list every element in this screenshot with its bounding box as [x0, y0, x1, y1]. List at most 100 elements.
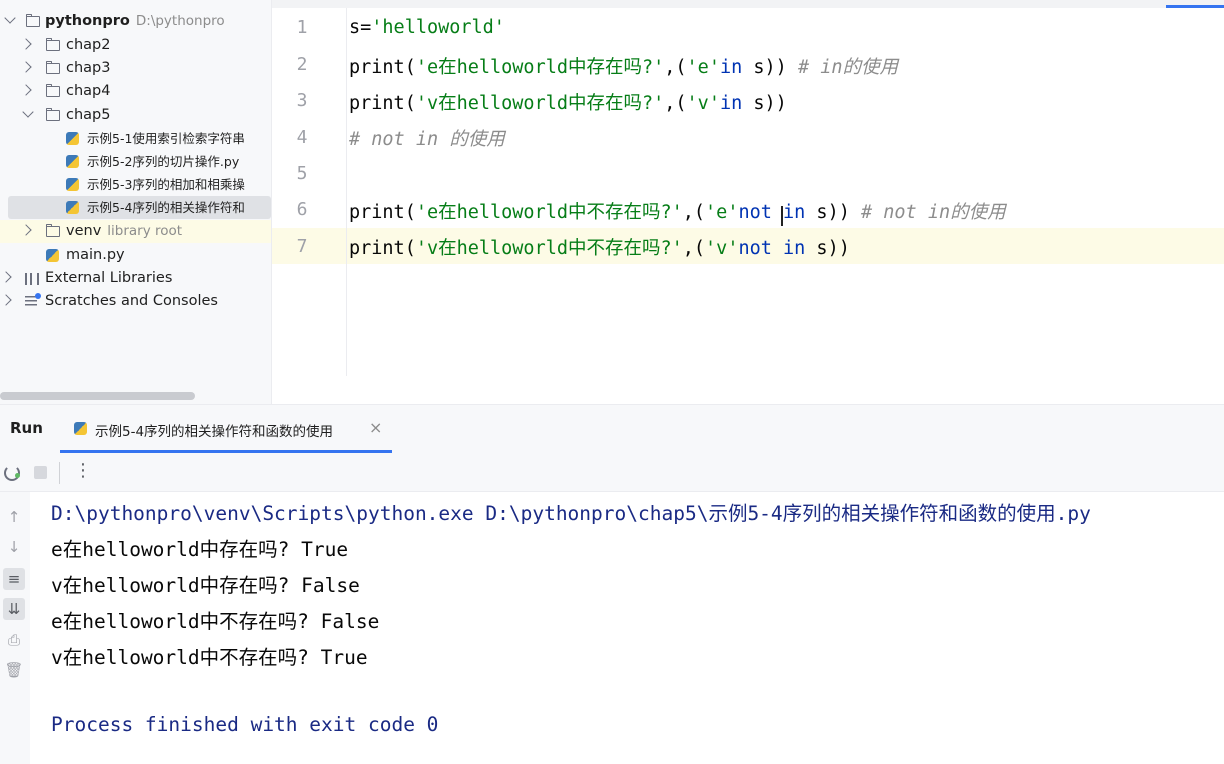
line-number: 7 [296, 236, 308, 257]
active-tab-indicator [1166, 5, 1224, 8]
run-title: Run [10, 419, 43, 437]
keyword: in [719, 57, 743, 78]
code-token: s)) [742, 57, 798, 78]
code-line-1[interactable]: s='helloworld' [349, 17, 505, 38]
code-line-6[interactable]: print('e在helloworld中不存在吗?',('e'not in s)… [349, 198, 1006, 224]
run-tab-label: 示例5-4序列的相关操作符和函数的使用 [95, 424, 334, 440]
comment: # in的使用 [797, 57, 899, 78]
code-token: ,( [682, 238, 706, 259]
console-command-line: D:\pythonpro\venv\Scripts\python.exe D:\… [51, 502, 1091, 525]
library-icon [25, 273, 39, 285]
tree-file-example-5-2[interactable]: 示例5-2序列的切片操作.py [0, 150, 271, 173]
tree-file-label: 示例5-4序列的相关操作符和 [87, 200, 245, 215]
editor-bottom-area [272, 376, 1224, 404]
tree-item-label: Scratches and Consoles [45, 293, 218, 309]
python-file-icon [66, 201, 79, 214]
code-line-7[interactable]: print('v在helloworld中不存在吗?',('v'not in s)… [349, 234, 850, 260]
tree-item-chap5[interactable]: chap5 [0, 104, 271, 127]
tree-item-label: chap2 [66, 37, 111, 53]
tree-item-label: chap5 [66, 107, 111, 123]
console-output-line: v在helloworld中不存在吗? True [51, 646, 368, 669]
line-number: 4 [296, 127, 308, 148]
rerun-icon[interactable] [4, 465, 20, 481]
trash-icon[interactable]: 🗑 [3, 659, 25, 681]
line-number: 5 [296, 163, 308, 184]
folder-icon [45, 61, 60, 74]
string-literal: 'e在helloworld中存在吗?' [415, 57, 665, 78]
console-output-line: v在helloworld中存在吗? False [51, 574, 360, 597]
folder-icon [25, 14, 40, 27]
scroll-down-icon[interactable]: ↓ [3, 536, 25, 558]
python-file-icon [74, 422, 87, 435]
tree-item-chap3[interactable]: chap3 [0, 57, 271, 80]
run-config-tab[interactable]: 示例5-4序列的相关操作符和函数的使用 × [60, 405, 392, 453]
chevron-right-icon[interactable] [20, 84, 32, 96]
keyword: not in [738, 238, 806, 259]
line-number-gutter: 1 2 3 4 5 6 7 [272, 8, 347, 376]
soft-wrap-icon[interactable]: ≡ [3, 568, 25, 590]
chevron-right-icon[interactable] [20, 224, 32, 236]
run-tool-window: Run 示例5-4序列的相关操作符和函数的使用 × ⋮ ↑ ↓ ≡ ⇊ ⎙ 🗑 … [0, 404, 1224, 764]
string-literal: 'v' [686, 93, 720, 114]
comment: # not in 的使用 [349, 129, 505, 150]
more-options-icon[interactable]: ⋮ [74, 460, 92, 481]
tree-file-example-5-1[interactable]: 示例5-1使用索引检索字符串 [0, 127, 271, 150]
tree-item-label: External Libraries [45, 270, 173, 286]
code-token: print( [349, 202, 416, 223]
tree-file-main-py[interactable]: main.py [0, 244, 271, 267]
string-literal: 'e在helloworld中不存在吗?' [415, 202, 683, 223]
code-editor[interactable]: 1 2 3 4 5 6 7 s='helloworld' print('e在he… [272, 0, 1224, 404]
chevron-right-icon[interactable] [0, 271, 12, 283]
code-token: ,( [682, 202, 706, 223]
chevron-right-icon[interactable] [0, 294, 12, 306]
string-literal: 'helloworld' [371, 17, 505, 38]
code-token: s)) [742, 93, 787, 114]
python-file-icon [66, 155, 79, 168]
tree-file-label: 示例5-1使用索引检索字符串 [87, 131, 245, 146]
tree-item-external-libraries[interactable]: External Libraries [0, 267, 271, 290]
code-line-4[interactable]: # not in 的使用 [349, 125, 505, 151]
comment: # not in的使用 [861, 202, 1006, 223]
string-literal: 'v在helloworld中不存在吗?' [415, 238, 683, 259]
tree-item-chap2[interactable]: chap2 [0, 34, 271, 57]
stop-icon[interactable] [34, 466, 47, 479]
tree-file-example-5-3[interactable]: 示例5-3序列的相加和相乘操 [0, 173, 271, 196]
root-name: pythonpro [45, 13, 130, 29]
chevron-down-icon[interactable] [22, 106, 34, 118]
folder-icon [45, 38, 60, 51]
tree-root-pythonpro[interactable]: pythonpro D:\pythonpro [0, 10, 271, 33]
line-number: 6 [296, 199, 308, 220]
tree-file-example-5-4[interactable]: 示例5-4序列的相关操作符和 [8, 196, 271, 219]
tree-item-label: chap4 [66, 83, 111, 99]
horizontal-scrollbar[interactable] [0, 392, 195, 400]
code-token: s)) [805, 202, 861, 223]
tree-item-chap4[interactable]: chap4 [0, 80, 271, 103]
code-line-2[interactable]: print('e在helloworld中存在吗?',('e'in s)) # i… [349, 53, 898, 79]
run-header: Run 示例5-4序列的相关操作符和函数的使用 × [0, 405, 1224, 453]
library-root-hint: library root [107, 223, 183, 239]
chevron-down-icon[interactable] [4, 12, 16, 24]
print-icon[interactable]: ⎙ [3, 629, 25, 651]
line-number: 3 [296, 90, 308, 111]
tree-item-label: venv [66, 223, 102, 239]
code-line-3[interactable]: print('v在helloworld中存在吗?',('v'in s)) [349, 89, 787, 115]
scroll-to-end-icon[interactable]: ⇊ [3, 598, 25, 620]
console-output-line: e在helloworld中存在吗? True [51, 538, 349, 561]
chevron-right-icon[interactable] [20, 38, 32, 50]
chevron-right-icon[interactable] [20, 61, 32, 73]
string-literal: 'e' [686, 57, 720, 78]
process-finished-message: Process finished with exit code 0 [51, 713, 439, 736]
tree-file-label: 示例5-2序列的切片操作.py [87, 154, 240, 169]
keyword: not in [738, 202, 806, 223]
tree-item-venv[interactable]: venv library root [0, 220, 271, 243]
close-icon[interactable]: × [369, 418, 382, 437]
tree-item-scratches[interactable]: Scratches and Consoles [0, 290, 271, 313]
console-output-line: e在helloworld中不存在吗? False [51, 610, 380, 633]
scroll-up-icon[interactable]: ↑ [3, 506, 25, 528]
code-token: s= [349, 17, 372, 38]
string-literal: 'v' [705, 238, 739, 259]
code-token: print( [349, 93, 416, 114]
code-token: print( [349, 57, 416, 78]
string-literal: 'e' [705, 202, 739, 223]
python-file-icon [66, 178, 79, 191]
